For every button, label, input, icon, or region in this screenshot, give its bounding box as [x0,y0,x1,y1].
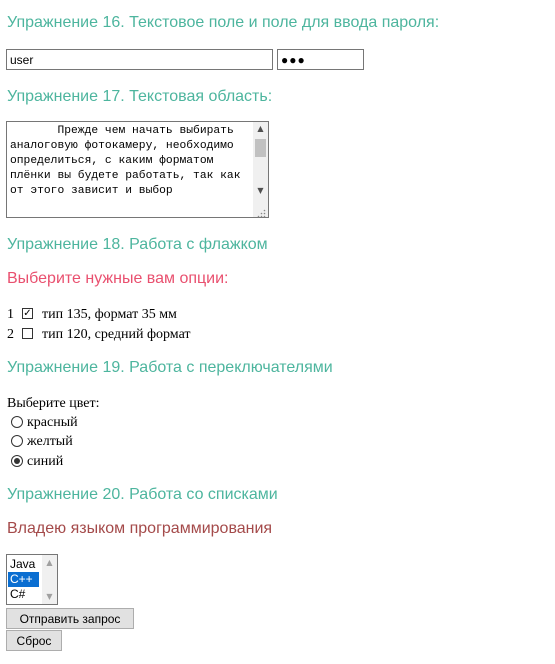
checkbox-option-2[interactable] [22,328,33,339]
options-prompt: Выберите нужные вам опции: [7,270,229,287]
resize-grip-icon[interactable] [257,207,266,218]
exercise-18-heading: Упражнение 18. Работа с флажком [7,236,268,253]
radio-selected-dot [14,458,20,464]
username-input[interactable]: user [6,49,273,70]
checkmark-icon: ✓ [23,307,32,319]
option-number: 1 [7,307,14,322]
languages-prompt: Владею языком программирования [7,520,273,537]
textarea-content: Прежде чем начать выбирать аналоговую фо… [10,125,248,197]
username-input-value: user [10,52,34,67]
submit-button[interactable]: Отправить запрос [6,608,134,629]
language-option-java[interactable]: Java [8,557,39,572]
language-option-csharp[interactable]: C# [8,587,39,602]
description-textarea[interactable]: Прежде чем начать выбирать аналоговую фо… [6,121,269,218]
radio-blue[interactable] [11,455,23,467]
radio-yellow[interactable] [11,435,23,447]
scroll-down-icon[interactable]: ▼ [42,592,57,602]
scrollbar-thumb[interactable] [255,139,266,157]
password-input[interactable]: ●●● [277,49,364,70]
scroll-up-icon[interactable]: ▲ [42,558,57,568]
radio-red[interactable] [11,416,23,428]
reset-button[interactable]: Сброс [6,630,62,651]
color-prompt: Выберите цвет: [7,396,100,411]
exercise-16-heading: Упражнение 16. Текстовое поле и поле для… [7,14,440,31]
language-option-cpp[interactable]: C++ [8,572,39,587]
scroll-up-icon[interactable]: ▲ [253,124,268,134]
option-number: 2 [7,327,14,342]
exercise-17-heading: Упражнение 17. Текстовая область: [7,88,273,105]
scroll-down-icon[interactable]: ▼ [253,186,268,196]
textarea-scrollbar[interactable]: ▲ ▼ [253,122,268,217]
radio-label: желтый [27,434,73,449]
radio-label: синий [27,454,64,469]
languages-listbox[interactable]: Java C++ C# ▲ ▼ [6,554,58,605]
exercise-20-heading: Упражнение 20. Работа со списками [7,486,278,503]
checkbox-label: тип 135, формат 35 мм [42,307,177,322]
checkbox-label: тип 120, средний формат [42,327,191,342]
radio-label: красный [27,415,78,430]
checkbox-option-1[interactable]: ✓ [22,308,33,319]
password-input-value: ●●● [281,52,306,67]
exercise-19-heading: Упражнение 19. Работа с переключателями [7,359,333,376]
listbox-scrollbar[interactable]: ▲ ▼ [42,555,57,604]
